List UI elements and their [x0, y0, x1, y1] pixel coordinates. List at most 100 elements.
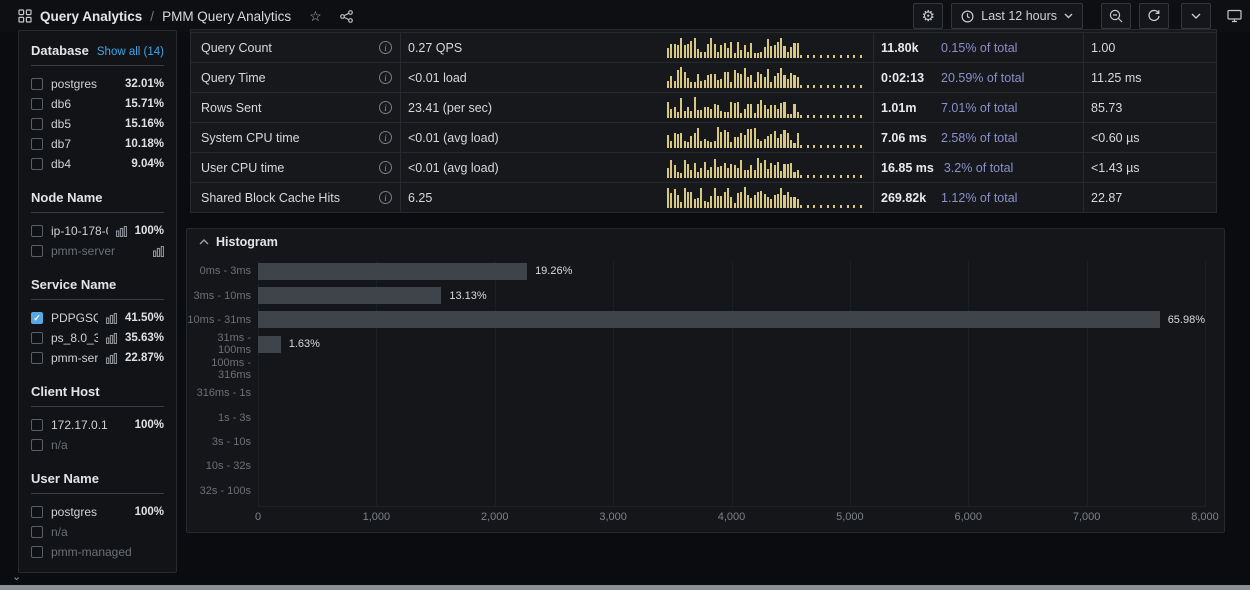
histogram-header[interactable]: Histogram: [187, 229, 1224, 255]
filter-percent: 32.01%: [125, 78, 164, 90]
histogram-bar[interactable]: [258, 311, 1160, 328]
filter-item[interactable]: db615.71%: [31, 94, 164, 114]
metric-row[interactable]: Query Timei<0.01 load0:02:1320.59% of to…: [191, 63, 1216, 93]
filter-checkbox[interactable]: [31, 98, 43, 110]
metric-row[interactable]: Shared Block Cache Hitsi6.25269.82k1.12%…: [191, 183, 1216, 213]
filter-checkbox[interactable]: [31, 352, 43, 364]
histogram-bucket-label: 10s - 32s: [187, 460, 251, 472]
filter-checkbox[interactable]: [31, 419, 43, 431]
filter-checkbox[interactable]: [31, 225, 43, 237]
bar-chart-icon[interactable]: [106, 313, 117, 324]
filter-checkbox[interactable]: [31, 546, 43, 558]
breadcrumb-section[interactable]: Query Analytics: [40, 9, 142, 24]
metric-name-cell: System CPU timei: [191, 123, 401, 152]
metric-extra: 85.73: [1091, 101, 1122, 115]
x-axis-tick: 6,000: [954, 511, 982, 523]
section-divider: [31, 493, 164, 494]
filter-item[interactable]: pmm-server: [31, 241, 164, 261]
star-icon[interactable]: ☆: [309, 8, 322, 25]
bar-chart-icon[interactable]: [106, 333, 117, 344]
filter-label: db6: [51, 97, 117, 111]
filter-item[interactable]: postgres32.01%: [31, 74, 164, 94]
kiosk-mode-button[interactable]: [1227, 9, 1242, 23]
metric-row[interactable]: User CPU timei<0.01 (avg load)16.85 ms3.…: [191, 153, 1216, 183]
metric-row[interactable]: Rows Senti23.41 (per sec)1.01m7.01% of t…: [191, 93, 1216, 123]
percent-of-total-link[interactable]: 0.15% of total: [941, 41, 1017, 55]
nav-toolbar: ⚙ Last 12 hours: [913, 3, 1242, 29]
bar-chart-icon[interactable]: [153, 246, 164, 257]
info-icon[interactable]: i: [379, 131, 392, 144]
filter-item[interactable]: db710.18%: [31, 134, 164, 154]
histogram-bar-track: 1.63%: [258, 336, 1205, 353]
info-icon[interactable]: i: [379, 41, 392, 54]
apps-grid-icon[interactable]: [18, 9, 32, 23]
metric-name: User CPU time: [201, 161, 284, 175]
refresh-interval-dropdown[interactable]: [1181, 3, 1211, 29]
filter-percent: 100%: [135, 419, 164, 431]
filter-checkbox[interactable]: [31, 332, 43, 344]
filter-item[interactable]: db515.16%: [31, 114, 164, 134]
filter-checkbox[interactable]: [31, 245, 43, 257]
filter-percent: 100%: [135, 225, 164, 237]
filter-checkbox[interactable]: [31, 138, 43, 150]
histogram-bar-value: 13.13%: [449, 290, 486, 302]
breadcrumb-page[interactable]: PMM Query Analytics: [162, 9, 291, 24]
x-axis-tick: 5,000: [836, 511, 864, 523]
time-range-picker[interactable]: Last 12 hours: [951, 3, 1083, 29]
filter-item[interactable]: n/a: [31, 435, 164, 455]
filter-item[interactable]: pmm-managed: [31, 542, 164, 562]
filter-item[interactable]: ✓PDPGSQL_14...41.50%: [31, 308, 164, 328]
filter-item[interactable]: n/a: [31, 522, 164, 542]
metric-value-cell: 6.25: [401, 183, 874, 212]
percent-of-total-link[interactable]: 7.01% of total: [941, 101, 1017, 115]
scroll-down-chevron-icon[interactable]: ⌄: [12, 570, 21, 583]
histogram-bar-track: 65.98%: [258, 311, 1205, 328]
filter-section: Node Nameip-10-178-0-1...100%pmm-server: [31, 190, 164, 261]
info-icon[interactable]: i: [379, 161, 392, 174]
histogram-row: 0ms - 3ms19.26%: [187, 259, 1224, 283]
show-all-link[interactable]: Show all (14): [97, 46, 164, 58]
filter-item[interactable]: ip-10-178-0-1...100%: [31, 221, 164, 241]
metric-row[interactable]: Query Counti0.27 QPS11.80k0.15% of total…: [191, 33, 1216, 63]
refresh-button[interactable]: [1139, 3, 1169, 29]
dashboard-settings-button[interactable]: ⚙: [913, 3, 943, 29]
filter-percent: 15.16%: [125, 118, 164, 130]
percent-of-total-link[interactable]: 1.12% of total: [941, 191, 1017, 205]
metric-extra-cell: 22.87: [1084, 183, 1216, 212]
filter-checkbox[interactable]: [31, 78, 43, 90]
filter-label: n/a: [51, 438, 164, 452]
filter-checkbox[interactable]: [31, 118, 43, 130]
filter-checkbox[interactable]: ✓: [31, 312, 43, 324]
percent-of-total-link[interactable]: 3.2% of total: [944, 161, 1014, 175]
filter-label: 172.17.0.1: [51, 418, 127, 432]
histogram-bar[interactable]: [258, 287, 441, 304]
metric-value: <0.01 load: [408, 71, 467, 85]
metric-row[interactable]: System CPU timei<0.01 (avg load)7.06 ms2…: [191, 123, 1216, 153]
percent-of-total-link[interactable]: 20.59% of total: [941, 71, 1024, 85]
metric-value: 23.41 (per sec): [408, 101, 492, 115]
filter-checkbox[interactable]: [31, 526, 43, 538]
filter-item[interactable]: ps_8.0_3.144...35.63%: [31, 328, 164, 348]
info-icon[interactable]: i: [379, 71, 392, 84]
filter-item[interactable]: postgres100%: [31, 502, 164, 522]
zoom-out-button[interactable]: [1101, 3, 1131, 29]
horizontal-scrollbar[interactable]: [0, 585, 1250, 590]
x-axis-tick: 4,000: [718, 511, 746, 523]
filter-item[interactable]: db49.04%: [31, 154, 164, 174]
bar-chart-icon[interactable]: [106, 353, 117, 364]
bar-chart-icon[interactable]: [116, 226, 127, 237]
filter-checkbox[interactable]: [31, 439, 43, 451]
info-icon[interactable]: i: [379, 191, 392, 204]
histogram-x-axis: 01,0002,0003,0004,0005,0006,0007,0008,00…: [258, 506, 1205, 524]
share-icon[interactable]: [340, 10, 353, 23]
histogram-bucket-label: 10ms - 31ms: [187, 314, 251, 326]
filter-item[interactable]: pmm-server-p...22.87%: [31, 348, 164, 368]
filter-section-title: Database: [31, 43, 89, 58]
info-icon[interactable]: i: [379, 101, 392, 114]
filter-checkbox[interactable]: [31, 506, 43, 518]
filter-checkbox[interactable]: [31, 158, 43, 170]
percent-of-total-link[interactable]: 2.58% of total: [941, 131, 1017, 145]
filter-item[interactable]: 172.17.0.1 100%: [31, 415, 164, 435]
histogram-bar[interactable]: [258, 336, 281, 353]
histogram-bar[interactable]: [258, 263, 527, 280]
